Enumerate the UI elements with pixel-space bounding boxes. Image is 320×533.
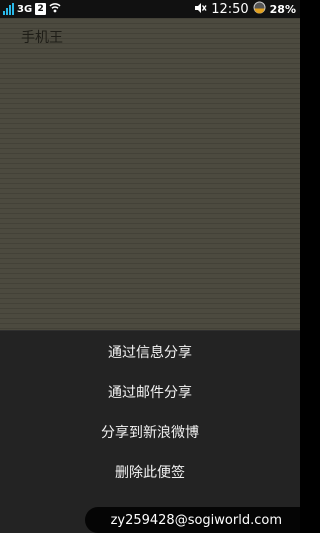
- network-type-label: 3G: [17, 3, 33, 15]
- sim-card-icon: 2: [35, 3, 47, 15]
- status-bar: 3G 2 12:50 28%: [0, 0, 300, 18]
- wifi-icon: [49, 2, 61, 16]
- note-text: 手机王: [21, 30, 63, 46]
- share-via-email-item[interactable]: 通过邮件分享: [0, 372, 300, 412]
- battery-icon: [253, 1, 266, 17]
- status-bar-right: 12:50 28%: [194, 0, 296, 18]
- status-bar-left: 3G 2: [3, 0, 61, 18]
- mute-icon: [194, 2, 207, 17]
- action-menu: 通过信息分享 通过邮件分享 分享到新浪微博 删除此便签 取消: [0, 330, 300, 533]
- clock: 12:50: [211, 1, 249, 17]
- screen: 3G 2 12:50 28% 手机王 通过信息分享 通过邮件分享 分享到新浪微博…: [0, 0, 300, 533]
- note-content[interactable]: 手机王: [0, 18, 300, 330]
- delete-note-item[interactable]: 删除此便签: [0, 452, 300, 492]
- battery-percent: 28%: [269, 2, 296, 16]
- watermark: zy259428@sogiworld.com: [85, 507, 300, 533]
- signal-icon: [3, 3, 14, 15]
- share-via-message-item[interactable]: 通过信息分享: [0, 332, 300, 372]
- share-to-weibo-item[interactable]: 分享到新浪微博: [0, 412, 300, 452]
